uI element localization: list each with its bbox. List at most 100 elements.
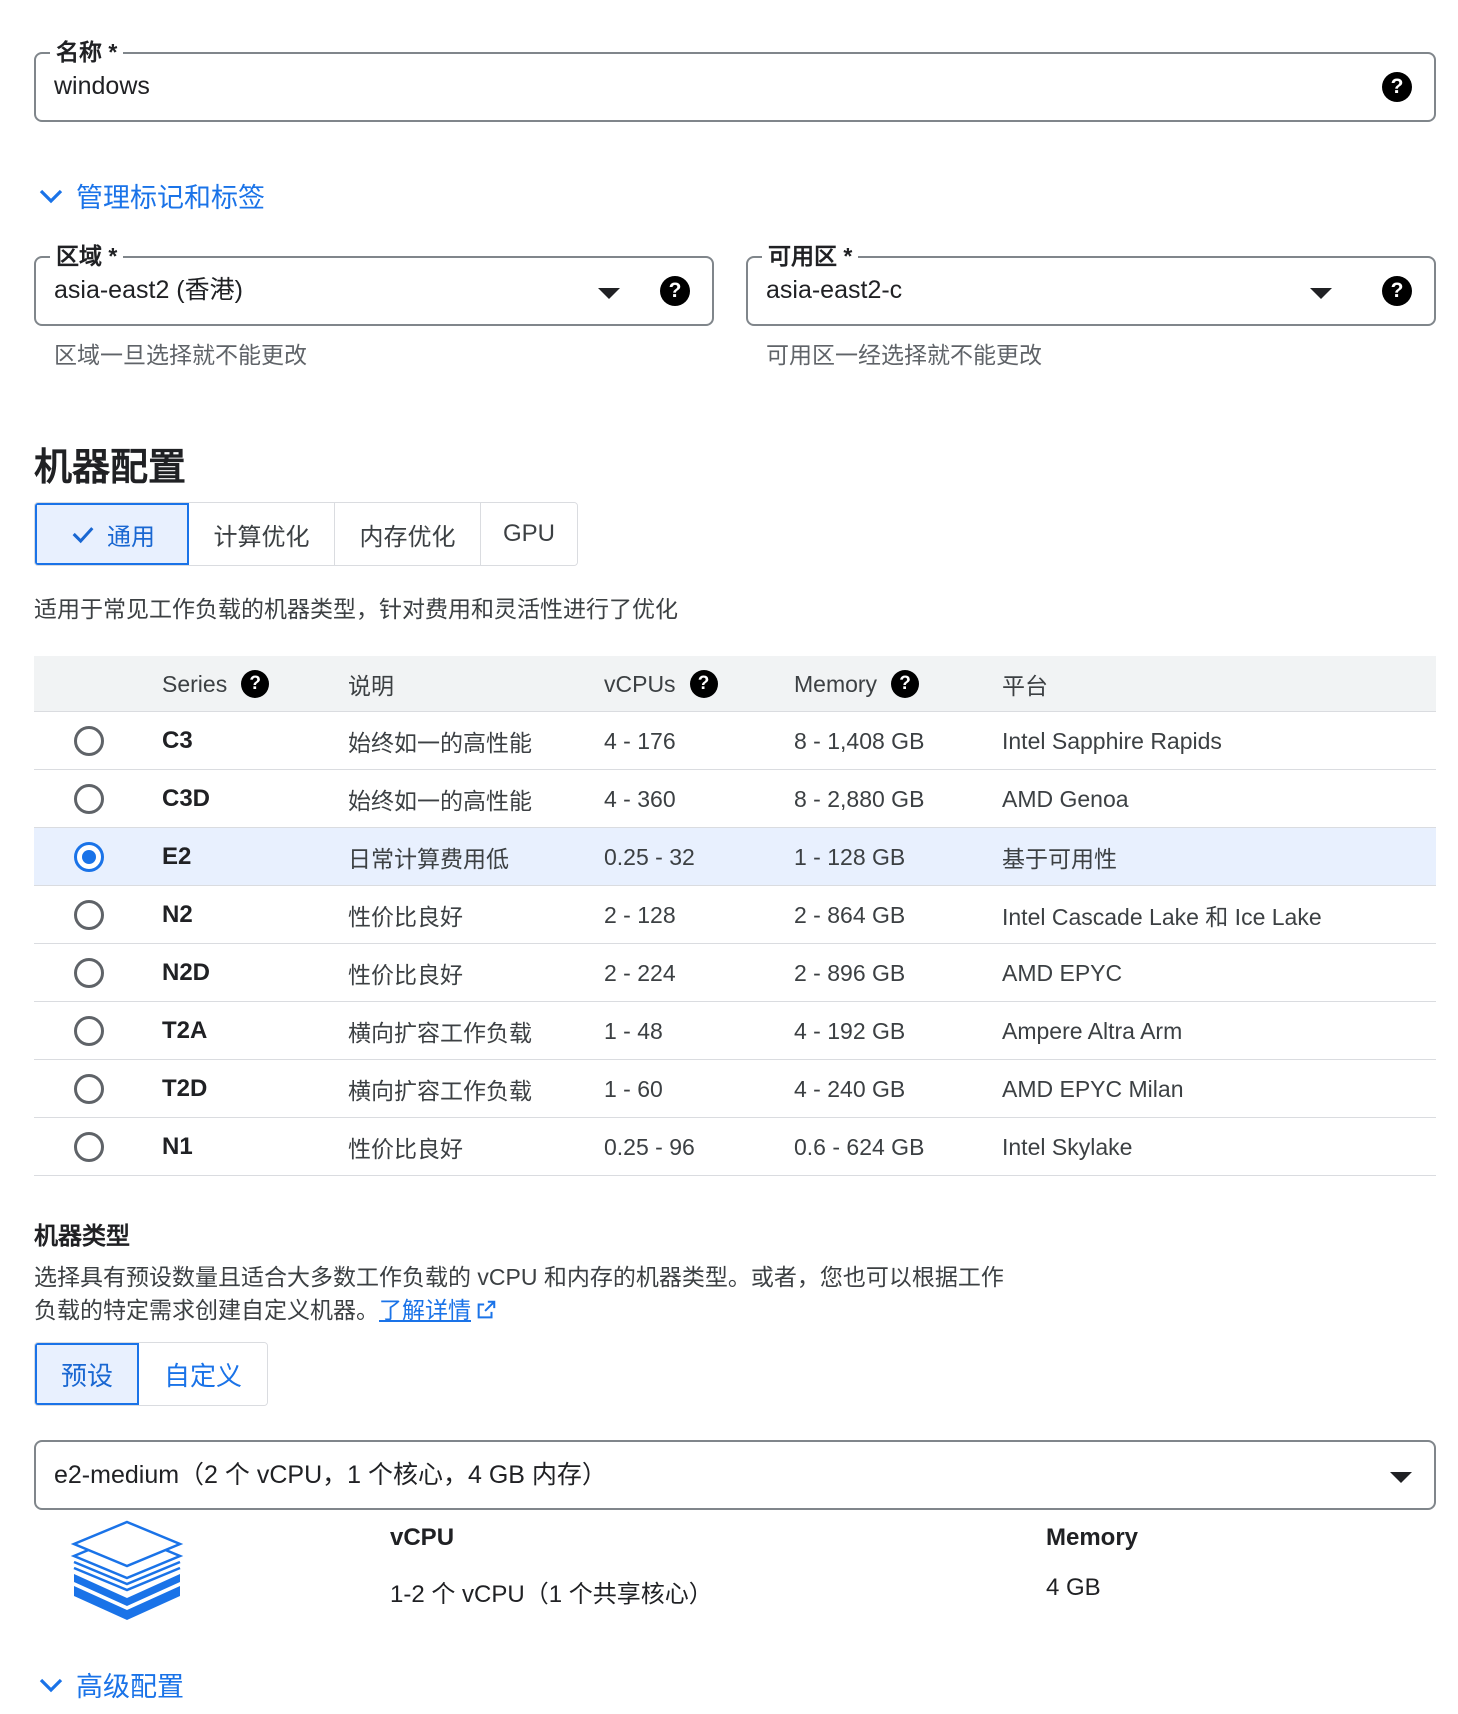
cell-platform: Intel Sapphire Rapids	[1002, 727, 1222, 754]
series-radio[interactable]	[74, 1016, 104, 1046]
region-hint: 区域一旦选择就不能更改	[54, 342, 307, 368]
machine-type-description: 选择具有预设数量且适合大多数工作负载的 vCPU 和内存的机器类型。或者，您也可…	[34, 1261, 1054, 1327]
table-row[interactable]: N2D 性价比良好 2 - 224 2 - 896 GB AMD EPYC	[34, 944, 1436, 1002]
region-label: 区域 *	[50, 242, 124, 270]
dropdown-arrow-icon[interactable]	[1390, 1472, 1412, 1483]
name-field-value[interactable]: windows	[54, 71, 150, 101]
machine-family-tabs: 通用 计算优化 内存优化 GPU	[34, 502, 578, 566]
chevron-down-icon	[39, 189, 63, 203]
machine-type-description-line1: 选择具有预设数量且适合大多数工作负载的 vCPU 和内存的机器类型。或者，您也可…	[34, 1264, 1004, 1290]
cell-memory: 2 - 896 GB	[794, 959, 906, 986]
name-field[interactable]: 名称 * windows ?	[34, 38, 1436, 122]
header-memory: Memory ?	[794, 656, 920, 712]
header-memory-label: Memory	[794, 670, 878, 697]
cell-memory: 4 - 192 GB	[794, 1017, 906, 1044]
table-row[interactable]: T2A 横向扩容工作负载 1 - 48 4 - 192 GB Ampere Altra …	[34, 1002, 1436, 1060]
header-series: Series ?	[162, 656, 270, 712]
cell-series: N2	[162, 901, 193, 928]
tab-gpu[interactable]: GPU	[481, 503, 577, 565]
cell-vcpus: 4 - 176	[604, 727, 676, 754]
tab-compute-optimized[interactable]: 计算优化	[189, 503, 335, 565]
cell-description: 横向扩容工作负载	[348, 1078, 532, 1104]
cell-memory: 0.6 - 624 GB	[794, 1133, 925, 1160]
cell-platform: AMD EPYC	[1002, 959, 1123, 986]
dropdown-arrow-icon[interactable]	[598, 288, 620, 299]
learn-more-link[interactable]: 了解详情	[379, 1297, 497, 1323]
series-radio[interactable]	[74, 900, 104, 930]
memory-spec-value: 4 GB	[1046, 1574, 1101, 1601]
dropdown-arrow-icon[interactable]	[1310, 288, 1332, 299]
cell-description: 始终如一的高性能	[348, 730, 532, 756]
table-header: Series ? 说明 vCPUs ? Memory ? 平台	[34, 656, 1436, 712]
learn-more-label: 了解详情	[379, 1297, 471, 1323]
table-row[interactable]: E2 日常计算费用低 0.25 - 32 1 - 128 GB 基于可用性	[34, 828, 1436, 886]
cell-platform: Intel Cascade Lake 和 Ice Lake	[1002, 904, 1322, 930]
machine-type-value: e2-medium（2 个 vCPU，1 个核心，4 GB 内存）	[54, 1461, 607, 1489]
machine-type-title: 机器类型	[34, 1223, 130, 1250]
series-radio[interactable]	[74, 784, 104, 814]
help-icon[interactable]: ?	[1382, 72, 1412, 102]
tab-custom[interactable]: 自定义	[139, 1343, 267, 1405]
tab-memory-optimized[interactable]: 内存优化	[335, 503, 481, 565]
cell-description: 性价比良好	[348, 904, 463, 930]
table-row[interactable]: T2D 横向扩容工作负载 1 - 60 4 - 240 GB AMD EPYC Mila…	[34, 1060, 1436, 1118]
cell-memory: 8 - 2,880 GB	[794, 785, 925, 812]
header-vcpus: vCPUs ?	[604, 656, 718, 712]
advanced-config-toggle[interactable]: 高级配置	[36, 1665, 184, 1704]
cell-platform: AMD EPYC Milan	[1002, 1075, 1184, 1102]
table-row[interactable]: N2 性价比良好 2 - 128 2 - 864 GB Intel Cascade La…	[34, 886, 1436, 944]
cell-series: E2	[162, 843, 192, 870]
zone-hint: 可用区一经选择就不能更改	[766, 342, 1042, 368]
header-description-label: 说明	[348, 673, 394, 699]
cell-description: 始终如一的高性能	[348, 788, 532, 814]
table-body: C3 始终如一的高性能 4 - 176 8 - 1,408 GB Intel Sapph…	[34, 712, 1436, 1176]
external-link-icon	[477, 1300, 496, 1319]
table-row[interactable]: N1 性价比良好 0.25 - 96 0.6 - 624 GB Intel Skylak…	[34, 1118, 1436, 1176]
cell-platform: AMD Genoa	[1002, 785, 1129, 812]
cell-series: N2D	[162, 959, 211, 986]
help-icon[interactable]: ?	[660, 276, 690, 306]
cell-vcpus: 0.25 - 32	[604, 843, 695, 870]
cell-series: N1	[162, 1133, 193, 1160]
machine-layers-icon	[70, 1520, 184, 1620]
help-icon[interactable]: ?	[241, 670, 270, 698]
series-radio[interactable]	[74, 842, 104, 872]
table-row[interactable]: C3 始终如一的高性能 4 - 176 8 - 1,408 GB Intel Sapph…	[34, 712, 1436, 770]
series-radio[interactable]	[74, 726, 104, 756]
memory-spec-label: Memory	[1046, 1524, 1139, 1551]
cell-series: T2D	[162, 1075, 208, 1102]
header-description: 说明	[348, 656, 394, 712]
machine-type-select[interactable]: e2-medium（2 个 vCPU，1 个核心，4 GB 内存）	[34, 1440, 1436, 1510]
cell-vcpus: 1 - 60	[604, 1075, 663, 1102]
cell-vcpus: 2 - 224	[604, 959, 676, 986]
help-icon[interactable]: ?	[1382, 276, 1412, 306]
cell-memory: 4 - 240 GB	[794, 1075, 906, 1102]
cell-description: 性价比良好	[348, 1136, 463, 1162]
name-field-label: 名称 *	[50, 38, 124, 66]
machine-type-description-line2: 负载的特定需求创建自定义机器。了解详情	[34, 1294, 1054, 1327]
region-value: asia-east2 (香港)	[54, 276, 243, 304]
machine-family-description: 适用于常见工作负载的机器类型，针对费用和灵活性进行了优化	[34, 596, 678, 622]
region-select[interactable]: 区域 * asia-east2 (香港) ?	[34, 242, 714, 326]
help-icon[interactable]: ?	[891, 670, 920, 698]
cell-description: 性价比良好	[348, 962, 463, 988]
series-radio[interactable]	[74, 958, 104, 988]
zone-select[interactable]: 可用区 * asia-east2-c ?	[746, 242, 1436, 326]
header-series-label: Series	[162, 670, 228, 697]
zone-label: 可用区 *	[762, 242, 859, 270]
tab-general-purpose[interactable]: 通用	[35, 503, 189, 565]
cell-memory: 2 - 864 GB	[794, 901, 906, 928]
series-table: Series ? 说明 vCPUs ? Memory ? 平台 C3 始终如一的高…	[34, 656, 1436, 1176]
table-row[interactable]: C3D 始终如一的高性能 4 - 360 8 - 2,880 GB AMD Genoa	[34, 770, 1436, 828]
machine-config-title: 机器配置	[34, 447, 187, 489]
cell-vcpus: 1 - 48	[604, 1017, 663, 1044]
chevron-down-icon	[39, 1678, 63, 1692]
tab-preset[interactable]: 预设	[35, 1343, 139, 1405]
vcpu-spec-value: 1-2 个 vCPU（1 个共享核心）	[390, 1581, 713, 1608]
series-radio[interactable]	[74, 1132, 104, 1162]
manage-labels-label: 管理标记和标签	[76, 183, 265, 213]
help-icon[interactable]: ?	[689, 670, 718, 698]
tab-general-purpose-label: 通用	[107, 523, 155, 551]
manage-labels-toggle[interactable]: 管理标记和标签	[36, 176, 265, 215]
series-radio[interactable]	[74, 1074, 104, 1104]
